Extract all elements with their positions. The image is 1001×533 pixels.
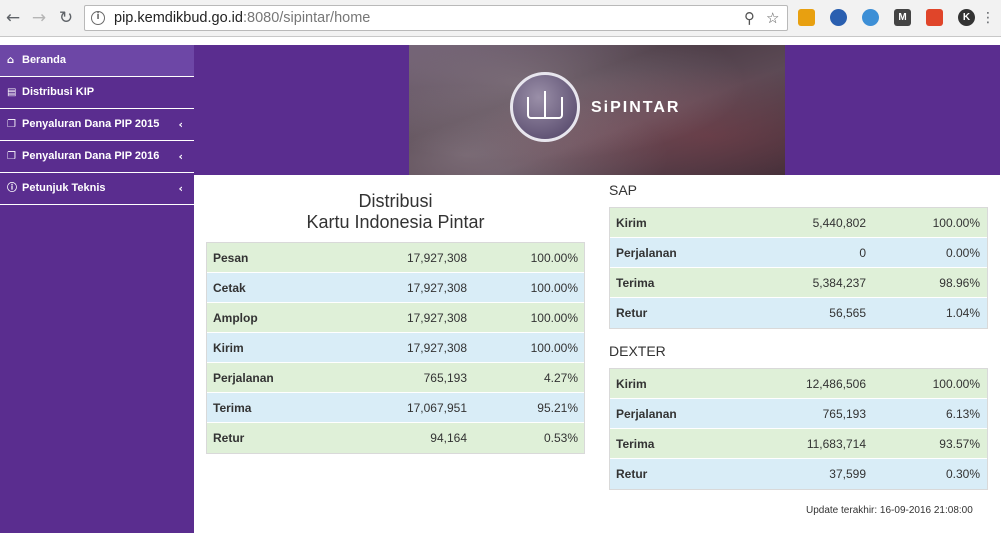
chevron-left-icon: ‹ <box>178 118 183 131</box>
sap-title: SAP <box>609 182 638 198</box>
dexter-title: DEXTER <box>609 343 666 359</box>
gmail-icon[interactable]: M <box>894 9 911 26</box>
book-logo-icon <box>510 72 580 142</box>
info-icon[interactable]: i <box>91 11 105 25</box>
sidebar-item-petunjuk-teknis[interactable]: ⓘ Petunjuk Teknis ‹ <box>0 173 194 205</box>
extension-icon[interactable] <box>830 9 847 26</box>
sidebar-item-pip-2016[interactable]: ❐ Penyaluran Dana PIP 2016 ‹ <box>0 141 194 173</box>
table-row: Perjalanan 765,193 4.27% <box>207 363 584 393</box>
extension-icon[interactable] <box>862 9 879 26</box>
back-icon[interactable]: ← <box>2 7 24 29</box>
sap-table: Kirim 5,440,802 100.00% Perjalanan 0 0.0… <box>609 207 988 329</box>
kip-title: Distribusi Kartu Indonesia Pintar <box>306 191 485 232</box>
sidebar: ⌂ Beranda ▤ Distribusi KIP ❐ Penyaluran Dan… <box>0 45 194 533</box>
copy-icon: ❐ <box>7 119 16 130</box>
chevron-left-icon: ‹ <box>178 150 183 163</box>
sidebar-item-pip-2015[interactable]: ❐ Penyaluran Dana PIP 2015 ‹ <box>0 109 194 141</box>
copy-icon: ❐ <box>7 151 16 162</box>
table-row: Cetak 17,927,308 100.00% <box>207 273 584 303</box>
table-row: Terima 17,067,951 95.21% <box>207 393 584 423</box>
kip-table: Pesan 17,927,308 100.00% Cetak 17,927,30… <box>206 242 585 454</box>
browser-toolbar: ← → ↻ i pip.kemdikbud.go.id:8080/sipinta… <box>0 0 1001 37</box>
table-row: Kirim 12,486,506 100.00% <box>610 369 987 399</box>
table-row: Perjalanan 0 0.00% <box>610 238 987 268</box>
chevron-left-icon: ‹ <box>178 182 183 195</box>
table-row: Retur 94,164 0.53% <box>207 423 584 453</box>
dexter-table: Kirim 12,486,506 100.00% Perjalanan 765,… <box>609 368 988 490</box>
table-row: Perjalanan 765,193 6.13% <box>610 399 987 429</box>
table-row: Terima 11,683,714 93.57% <box>610 429 987 459</box>
profile-icon[interactable]: K <box>958 9 975 26</box>
table-row: Terima 5,384,237 98.96% <box>610 268 987 298</box>
table-row: Retur 37,599 0.30% <box>610 459 987 489</box>
address-bar[interactable]: i pip.kemdikbud.go.id:8080/sipintar/home… <box>84 5 788 31</box>
last-update-text: Update terakhir: 16-09-2016 21:08:00 <box>806 505 973 516</box>
header-banner: SiPINTAR <box>194 45 1000 175</box>
reload-icon[interactable]: ↻ <box>55 7 77 29</box>
extension-icon[interactable] <box>798 9 815 26</box>
info-icon: ⓘ <box>7 183 17 194</box>
table-row: Amplop 17,927,308 100.00% <box>207 303 584 333</box>
banner-image: SiPINTAR <box>409 45 785 175</box>
bookmark-star-icon[interactable]: ☆ <box>766 9 779 27</box>
zoom-icon[interactable]: ⚲ <box>744 9 755 27</box>
office-icon[interactable] <box>926 9 943 26</box>
table-row: Retur 56,565 1.04% <box>610 298 987 328</box>
logo-text: SiPINTAR <box>591 99 681 116</box>
home-icon: ⌂ <box>7 55 15 66</box>
table-row: Kirim 5,440,802 100.00% <box>610 208 987 238</box>
url-text[interactable]: pip.kemdikbud.go.id:8080/sipintar/home <box>114 10 370 26</box>
table-row: Pesan 17,927,308 100.00% <box>207 243 584 273</box>
sidebar-item-beranda[interactable]: ⌂ Beranda <box>0 45 194 77</box>
sidebar-item-distribusi-kip[interactable]: ▤ Distribusi KIP <box>0 77 194 109</box>
table-row: Kirim 17,927,308 100.00% <box>207 333 584 363</box>
card-icon: ▤ <box>7 87 17 98</box>
forward-icon[interactable]: → <box>28 7 50 29</box>
menu-icon[interactable]: ⋮ <box>978 7 998 29</box>
